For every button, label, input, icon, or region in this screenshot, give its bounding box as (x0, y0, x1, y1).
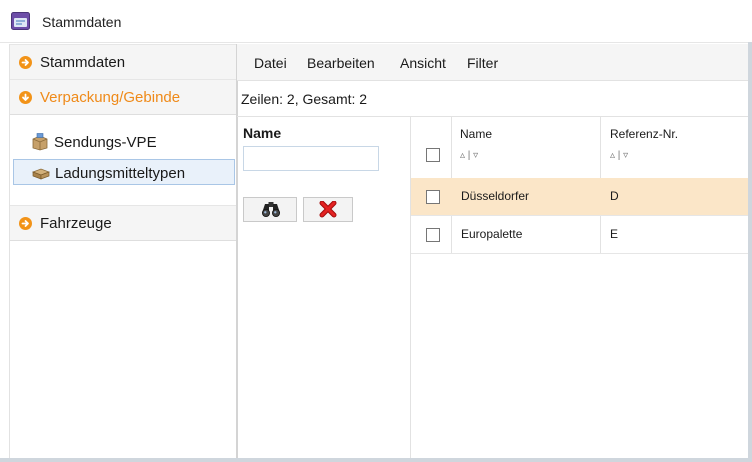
table-header: Name ▵ | ▿ Referenz-Nr. ▵ | ▿ (411, 117, 748, 179)
sidebar-section-stammdaten[interactable]: Stammdaten (10, 44, 236, 80)
menu-bar: Datei Bearbeiten Ansicht Filter (237, 44, 748, 81)
menu-ansicht[interactable]: Ansicht (400, 55, 446, 71)
app-icon (11, 12, 30, 30)
menu-bearbeiten[interactable]: Bearbeiten (307, 55, 375, 71)
menu-datei[interactable]: Datei (254, 55, 287, 71)
clear-filter-button[interactable] (303, 197, 353, 222)
table-row[interactable]: Europalette E (411, 216, 748, 254)
sort-referenz-icon[interactable]: ▵ | ▿ (610, 150, 628, 161)
row-checkbox[interactable] (426, 190, 440, 204)
select-all-checkbox[interactable] (426, 148, 440, 162)
sidebar-section-verpackung[interactable]: Verpackung/Gebinde (10, 79, 236, 115)
circle-arrow-right-icon (19, 217, 32, 230)
sidebar-item-label: Sendungs-VPE (54, 134, 157, 151)
app-window: Stammdaten Stammdaten Verpackung/Gebinde… (0, 0, 752, 462)
filter-name-label: Name (243, 125, 282, 141)
search-button[interactable] (243, 197, 297, 222)
circle-arrow-down-icon (19, 91, 32, 104)
sidebar-section-label: Fahrzeuge (40, 215, 112, 232)
sidebar-section-label: Verpackung/Gebinde (40, 89, 181, 106)
column-header-referenz-nr[interactable]: Referenz-Nr. (610, 127, 678, 141)
package-icon (32, 133, 48, 151)
red-x-icon (319, 201, 337, 218)
title-bar: Stammdaten (0, 0, 752, 43)
sidebar-item-label: Ladungsmitteltypen (55, 165, 186, 182)
window-frame (0, 458, 752, 462)
window-title: Stammdaten (42, 14, 122, 30)
sidebar-section-label: Stammdaten (40, 54, 126, 71)
binoculars-icon (262, 202, 280, 217)
window-frame (748, 42, 752, 462)
row-count-status: Zeilen: 2, Gesamt: 2 (241, 91, 368, 107)
sidebar-section-fahrzeuge[interactable]: Fahrzeuge (10, 205, 236, 241)
sidebar-item-ladungsmitteltypen[interactable]: Ladungsmitteltypen (13, 159, 235, 185)
row-checkbox[interactable] (426, 228, 440, 242)
cell-name: Düsseldorfer (461, 189, 530, 203)
sidebar: Stammdaten Verpackung/Gebinde Sendungs-V… (9, 44, 238, 458)
cell-name: Europalette (461, 227, 523, 241)
cell-ref: E (610, 227, 619, 241)
menu-filter[interactable]: Filter (467, 55, 498, 71)
pallet-icon (32, 168, 50, 180)
sort-name-icon[interactable]: ▵ | ▿ (460, 150, 478, 161)
cell-ref: D (610, 189, 619, 203)
sidebar-item-sendungs-vpe[interactable]: Sendungs-VPE (13, 129, 235, 155)
filter-name-input[interactable] (243, 146, 379, 171)
table-row[interactable]: Düsseldorfer D (411, 178, 748, 216)
column-header-name[interactable]: Name (460, 127, 492, 141)
circle-arrow-right-icon (19, 56, 32, 69)
